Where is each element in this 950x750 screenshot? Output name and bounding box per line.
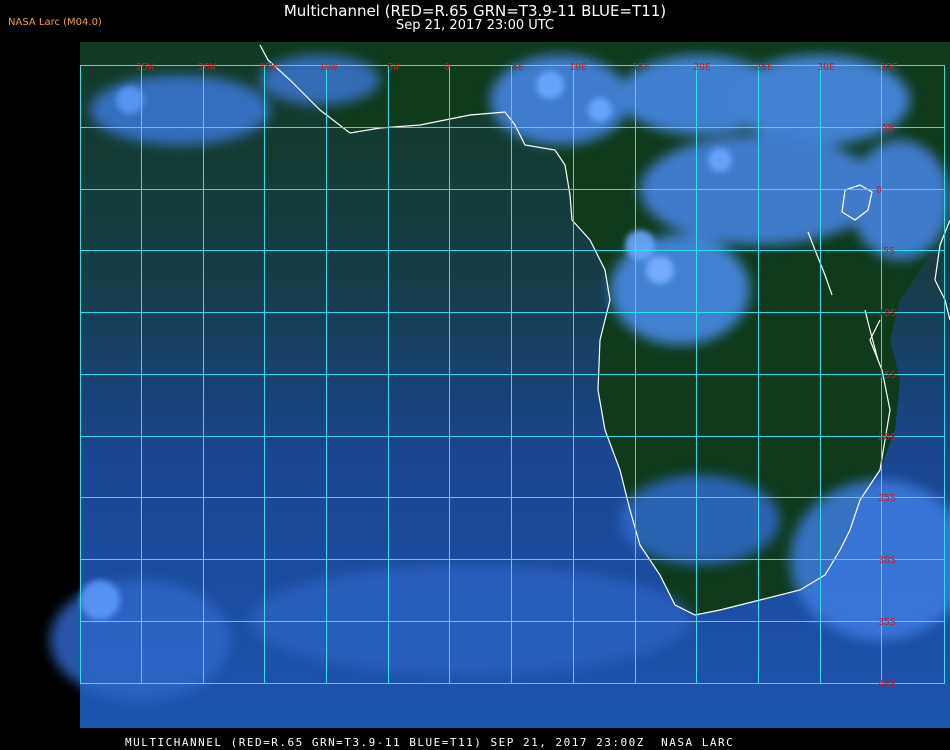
footer-caption: MULTICHANNEL (RED=R.65 GRN=T3.9-11 BLUE=… <box>125 736 735 749</box>
lon-label: 20W <box>198 62 217 73</box>
lon-label: 25E <box>755 62 773 73</box>
lat-label: 40S <box>878 679 896 690</box>
lat-label: 0 <box>876 185 882 196</box>
lat-label: 25S <box>878 493 896 504</box>
lon-label: 15W <box>259 62 278 73</box>
lat-label: 5N <box>882 123 894 134</box>
lon-label: 5W <box>387 62 400 73</box>
lon-label: 10W <box>319 62 338 73</box>
lon-label: 0 <box>444 62 450 73</box>
lat-label: 15S <box>878 370 896 381</box>
lon-label: 10E <box>569 62 587 73</box>
lat-label: 30S <box>878 555 896 566</box>
lat-label: 5S <box>883 246 895 257</box>
satellite-image: 25W 20W 15W 10W 5W 0 5E 10E 15E 20E 25E … <box>50 42 950 728</box>
lon-label: 35E <box>880 62 898 73</box>
source-tag: NASA Larc (M04.0) <box>8 17 102 28</box>
lat-label: 35S <box>878 617 896 628</box>
lat-label: 20S <box>878 432 896 443</box>
lon-label: 5E <box>512 62 524 73</box>
lon-label: 15E <box>632 62 650 73</box>
image-timestamp: Sep 21, 2017 23:00 UTC <box>395 18 555 33</box>
lon-label: 20E <box>693 62 711 73</box>
lon-label: 30E <box>817 62 835 73</box>
lon-label: 25W <box>136 62 155 73</box>
lat-label: 10S <box>878 308 896 319</box>
